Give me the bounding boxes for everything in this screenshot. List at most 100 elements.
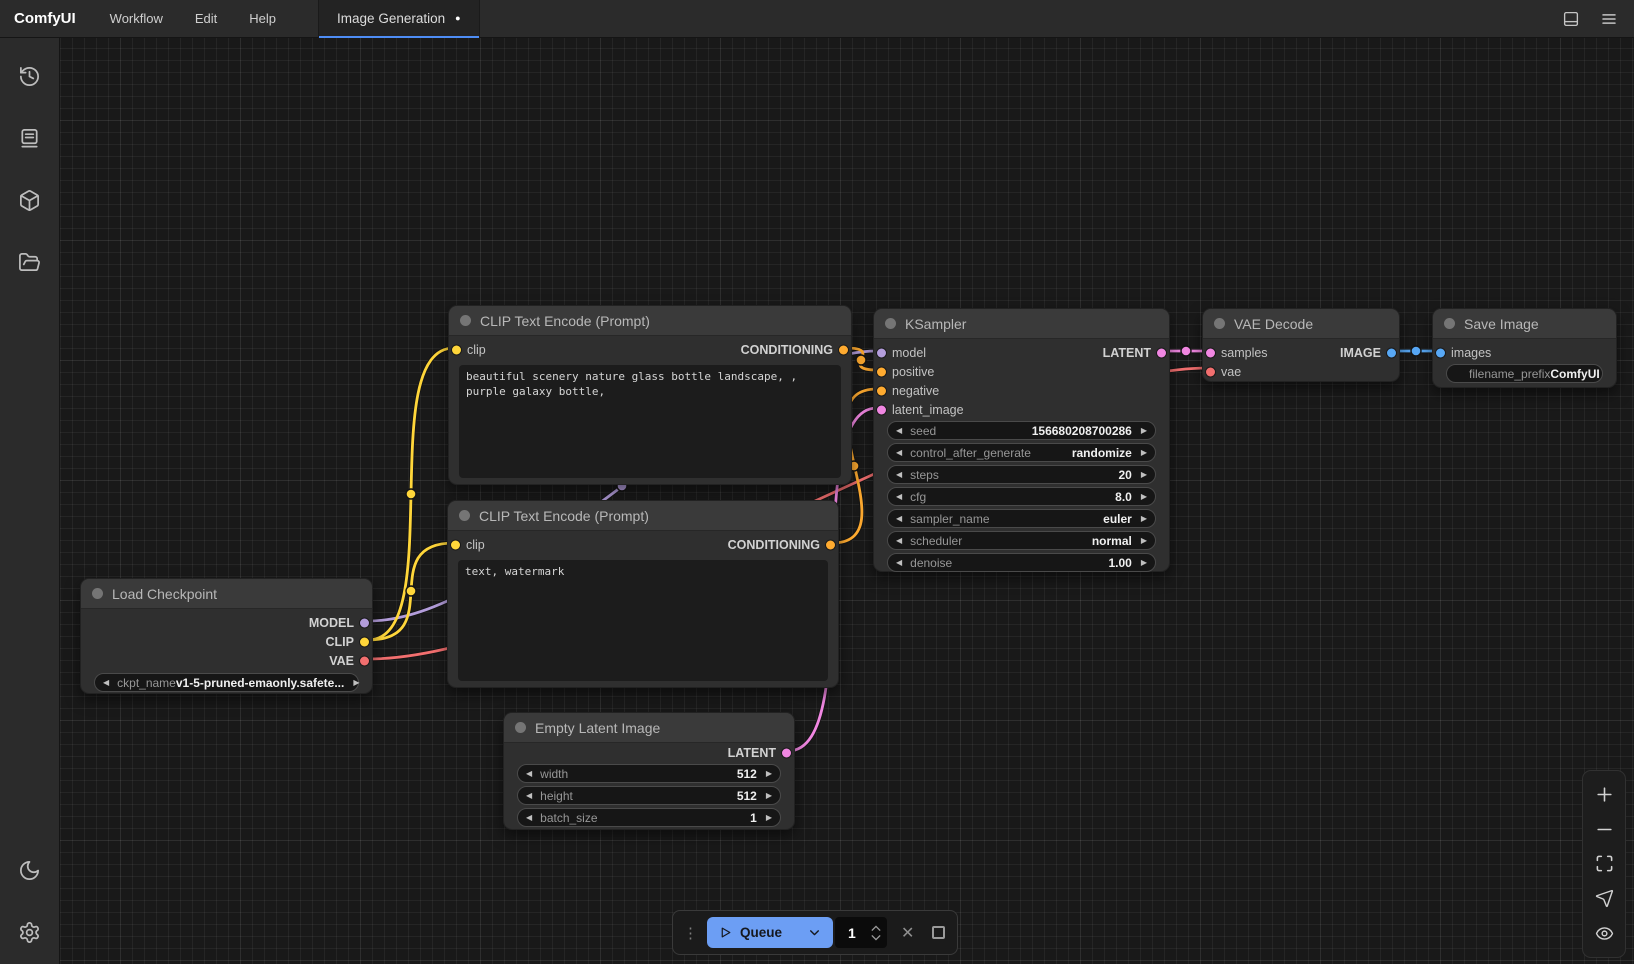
decrement-arrow-icon[interactable]: ◀ — [896, 537, 902, 545]
widget-filename-prefix[interactable]: filename_prefix ComfyUI — [1446, 364, 1603, 383]
input-port-negative[interactable] — [877, 386, 886, 395]
node-clip-text-encode-positive[interactable]: CLIP Text Encode (Prompt) clip CONDITION… — [448, 305, 852, 485]
widget-batch-size[interactable]: ◀ batch_size 1 ▶ — [517, 808, 781, 827]
output-port-latent[interactable] — [1157, 348, 1166, 357]
sidebar-item-node-library[interactable] — [6, 114, 54, 162]
increment-arrow-icon[interactable]: ▶ — [766, 814, 772, 822]
batch-count-input[interactable]: 1 — [835, 917, 887, 948]
decrement-arrow-icon[interactable]: ◀ — [896, 449, 902, 457]
output-port-conditioning[interactable] — [826, 540, 835, 549]
output-port-model[interactable] — [360, 618, 369, 627]
node-ksampler[interactable]: KSampler model LATENT positive negative … — [873, 308, 1170, 572]
increment-arrow-icon[interactable]: ▶ — [1141, 559, 1147, 567]
queue-button[interactable]: Queue — [707, 917, 833, 948]
decrement-arrow-icon[interactable]: ◀ — [896, 493, 902, 501]
decrement-arrow-icon[interactable]: ◀ — [896, 559, 902, 567]
increment-arrow-icon[interactable]: ▶ — [1141, 471, 1147, 479]
toggle-links-button[interactable] — [1586, 919, 1622, 949]
clear-queue-icon[interactable]: ✕ — [901, 923, 914, 943]
input-port-images[interactable] — [1436, 348, 1445, 357]
input-port-vae[interactable] — [1206, 367, 1215, 376]
link-midpoint-dot[interactable] — [1181, 346, 1191, 356]
theme-toggle-button[interactable] — [6, 846, 54, 894]
node-vae-decode[interactable]: VAE Decode samples IMAGE vae — [1202, 308, 1400, 382]
node-header[interactable]: CLIP Text Encode (Prompt) — [448, 501, 838, 531]
prompt-textarea[interactable]: beautiful scenery nature glass bottle la… — [459, 365, 841, 478]
sidebar-item-queue-history[interactable] — [6, 52, 54, 100]
stop-icon[interactable] — [932, 926, 945, 939]
prompt-textarea[interactable]: text, watermark — [458, 560, 828, 681]
node-clip-text-encode-negative[interactable]: CLIP Text Encode (Prompt) clip CONDITION… — [447, 500, 839, 688]
node-load-checkpoint[interactable]: Load Checkpoint MODEL CLIP VAE ◀ ckpt_na… — [80, 578, 373, 694]
decrement-arrow-icon[interactable]: ◀ — [103, 679, 109, 687]
bottom-panel-icon[interactable] — [1562, 10, 1580, 28]
node-header[interactable]: CLIP Text Encode (Prompt) — [449, 306, 851, 336]
link-midpoint-dot[interactable] — [1411, 346, 1421, 356]
input-port-model[interactable] — [877, 348, 886, 357]
node-graph-canvas[interactable]: Load Checkpoint MODEL CLIP VAE ◀ ckpt_na… — [0, 0, 1634, 964]
widget-seed[interactable]: ◀ seed 156680208700286 ▶ — [887, 421, 1156, 440]
decrement-arrow-icon[interactable]: ◀ — [896, 515, 902, 523]
zoom-in-button[interactable] — [1586, 779, 1622, 809]
stepper-down-icon[interactable] — [871, 934, 881, 941]
increment-arrow-icon[interactable]: ▶ — [766, 792, 772, 800]
fit-view-button[interactable] — [1586, 849, 1622, 879]
sidebar-item-workflows[interactable] — [6, 238, 54, 286]
output-port-latent[interactable] — [782, 748, 791, 757]
output-port-vae[interactable] — [360, 656, 369, 665]
node-header[interactable]: Save Image — [1433, 309, 1616, 339]
link-midpoint-dot[interactable] — [406, 489, 416, 499]
decrement-arrow-icon[interactable]: ◀ — [896, 427, 902, 435]
widget-ckpt-name[interactable]: ◀ ckpt_name v1-5-pruned-emaonly.safete..… — [94, 673, 359, 692]
widget-width[interactable]: ◀ width 512 ▶ — [517, 764, 781, 783]
widget-denoise[interactable]: ◀ denoise 1.00 ▶ — [887, 553, 1156, 572]
menu-help[interactable]: Help — [233, 0, 292, 38]
widget-scheduler[interactable]: ◀ scheduler normal ▶ — [887, 531, 1156, 550]
minus-icon — [1595, 820, 1614, 839]
input-port-clip[interactable] — [451, 540, 460, 549]
link-midpoint-dot[interactable] — [406, 586, 416, 596]
chevron-down-icon[interactable] — [808, 926, 821, 939]
input-port-samples[interactable] — [1206, 348, 1215, 357]
node-header[interactable]: Load Checkpoint — [81, 579, 372, 609]
node-empty-latent-image[interactable]: Empty Latent Image LATENT ◀ width 512 ▶ … — [503, 712, 795, 830]
increment-arrow-icon[interactable]: ▶ — [766, 770, 772, 778]
input-port-clip[interactable] — [452, 345, 461, 354]
node-header[interactable]: KSampler — [874, 309, 1169, 339]
zoom-out-button[interactable] — [1586, 814, 1622, 844]
increment-arrow-icon[interactable]: ▶ — [1141, 427, 1147, 435]
widget-steps[interactable]: ◀ steps 20 ▶ — [887, 465, 1156, 484]
select-mode-button[interactable] — [1586, 884, 1622, 914]
increment-arrow-icon[interactable]: ▶ — [1141, 449, 1147, 457]
widget-control-after-generate[interactable]: ◀ control_after_generate randomize ▶ — [887, 443, 1156, 462]
widget-height[interactable]: ◀ height 512 ▶ — [517, 786, 781, 805]
menu-workflow[interactable]: Workflow — [94, 0, 179, 38]
settings-button[interactable] — [6, 908, 54, 956]
tab-image-generation[interactable]: Image Generation ● — [318, 0, 480, 38]
node-save-image[interactable]: Save Image images filename_prefix ComfyU… — [1432, 308, 1617, 388]
decrement-arrow-icon[interactable]: ◀ — [896, 471, 902, 479]
input-port-latent-image[interactable] — [877, 405, 886, 414]
increment-arrow-icon[interactable]: ▶ — [1141, 493, 1147, 501]
output-port-conditioning[interactable] — [839, 345, 848, 354]
widget-cfg[interactable]: ◀ cfg 8.0 ▶ — [887, 487, 1156, 506]
increment-arrow-icon[interactable]: ▶ — [1141, 515, 1147, 523]
widget-sampler-name[interactable]: ◀ sampler_name euler ▶ — [887, 509, 1156, 528]
link-midpoint-dot[interactable] — [856, 355, 866, 365]
decrement-arrow-icon[interactable]: ◀ — [526, 814, 532, 822]
node-header[interactable]: VAE Decode — [1203, 309, 1399, 339]
drag-handle[interactable]: ⋮ — [683, 924, 699, 942]
plus-icon — [1595, 785, 1614, 804]
menu-edit[interactable]: Edit — [179, 0, 233, 38]
increment-arrow-icon[interactable]: ▶ — [1141, 537, 1147, 545]
output-port-clip[interactable] — [360, 637, 369, 646]
decrement-arrow-icon[interactable]: ◀ — [526, 770, 532, 778]
output-port-image[interactable] — [1387, 348, 1396, 357]
sidebar-item-model-library[interactable] — [6, 176, 54, 224]
increment-arrow-icon[interactable]: ▶ — [353, 679, 359, 687]
decrement-arrow-icon[interactable]: ◀ — [526, 792, 532, 800]
hamburger-menu-icon[interactable] — [1600, 10, 1618, 28]
stepper-up-icon[interactable] — [871, 925, 881, 932]
input-port-positive[interactable] — [877, 367, 886, 376]
node-header[interactable]: Empty Latent Image — [504, 713, 794, 743]
